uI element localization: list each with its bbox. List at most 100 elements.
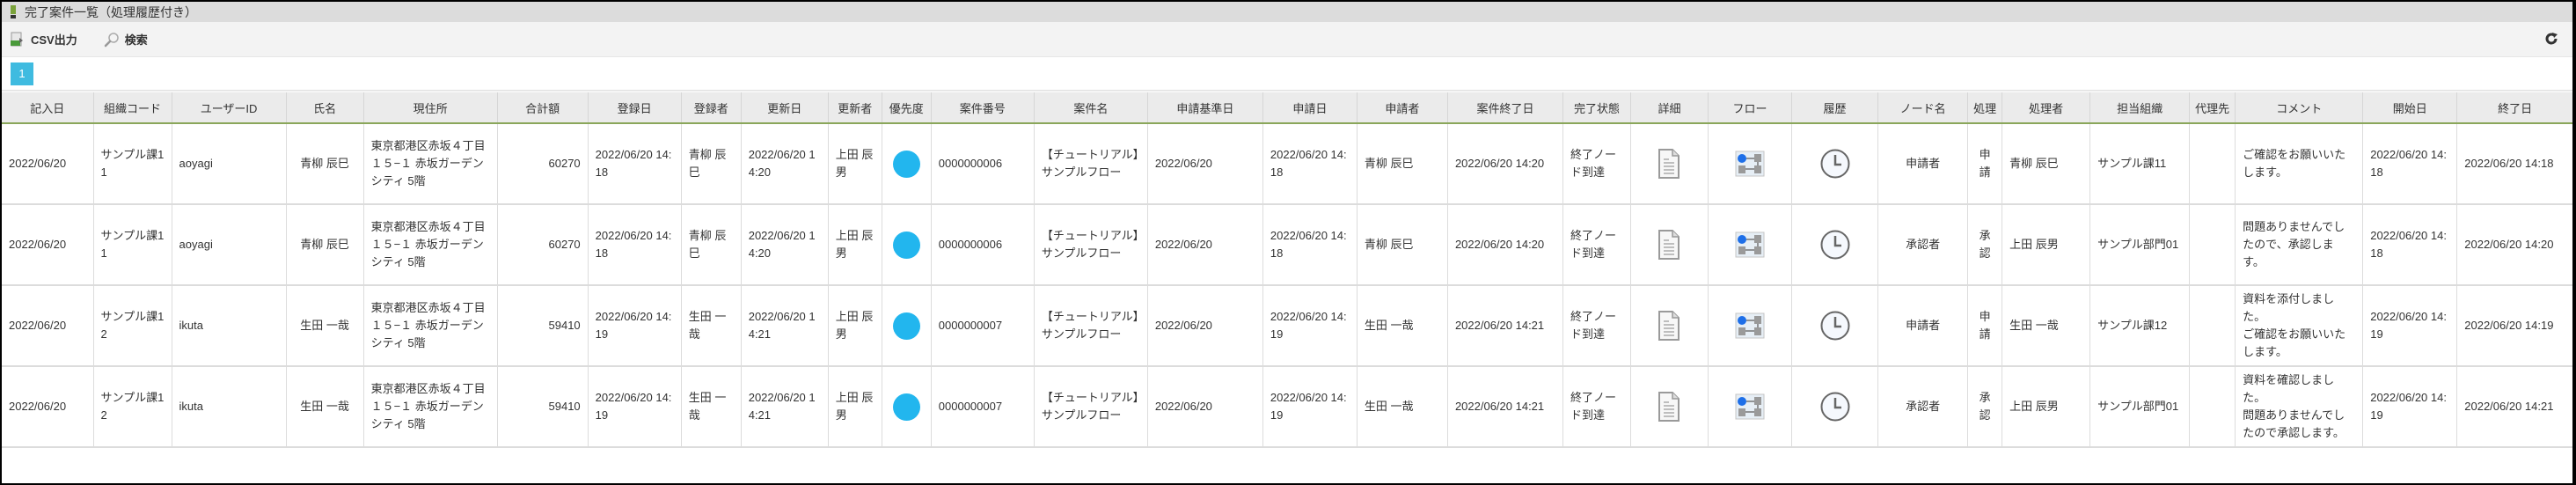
column-header[interactable]: 優先度: [881, 92, 932, 124]
column-header[interactable]: 更新日: [740, 92, 829, 124]
column-header[interactable]: 現住所: [362, 92, 498, 124]
column-header[interactable]: 登録者: [680, 92, 742, 124]
comment-cell: 資料を添付しました。 ご確認をお願いいたします。: [2235, 285, 2363, 367]
history-clock-icon[interactable]: [1819, 229, 1851, 261]
column-header[interactable]: ノード名: [1877, 92, 1968, 124]
apply-base-date-cell: 2022/06/20: [1146, 366, 1263, 448]
processor-cell: 上田 辰男: [2002, 366, 2090, 448]
detail-document-icon[interactable]: [1658, 392, 1680, 422]
column-header[interactable]: コメント: [2235, 92, 2363, 124]
column-header[interactable]: 氏名: [285, 92, 364, 124]
apply-date-cell: 2022/06/20 14:18: [1262, 123, 1358, 205]
registrant-cell: 青柳 辰巳: [680, 123, 742, 205]
action-cell: 承認: [1967, 366, 2002, 448]
entry-date-cell: 2022/06/20: [2, 204, 94, 286]
history-cell[interactable]: [1791, 285, 1878, 367]
updater-cell: 上田 辰男: [827, 366, 882, 448]
detail-cell[interactable]: [1629, 366, 1709, 448]
title-marker-icon: [11, 5, 16, 18]
column-header[interactable]: 処理者: [2002, 92, 2090, 124]
column-header[interactable]: 組織コード: [92, 92, 172, 124]
name-cell: 青柳 辰巳: [285, 204, 364, 286]
finish-date-cell: 2022/06/20 14:20: [2456, 204, 2572, 286]
csv-export-button[interactable]: CSV出力: [10, 31, 77, 48]
history-clock-icon[interactable]: [1819, 391, 1851, 423]
column-header[interactable]: 履歴: [1791, 92, 1878, 124]
apply-base-date-cell: 2022/06/20: [1146, 204, 1263, 286]
column-header[interactable]: 処理: [1967, 92, 2002, 124]
table-row[interactable]: 2022/06/20 サンプル課12 ikuta 生田 一哉 東京都港区赤坂４丁目１５−…: [2, 285, 2572, 367]
apply-date-cell: 2022/06/20 14:18: [1262, 204, 1358, 286]
table-row[interactable]: 2022/06/20 サンプル課12 ikuta 生田 一哉 東京都港区赤坂４丁目１５−…: [2, 366, 2572, 448]
detail-cell[interactable]: [1629, 285, 1709, 367]
start-date-cell: 2022/06/20 14:19: [2362, 366, 2457, 448]
detail-document-icon[interactable]: [1658, 149, 1680, 179]
column-header[interactable]: 合計額: [496, 92, 589, 124]
column-header[interactable]: 詳細: [1629, 92, 1709, 124]
flow-cell[interactable]: [1707, 366, 1792, 448]
column-header[interactable]: 終了日: [2456, 92, 2572, 124]
search-button[interactable]: 検索: [104, 31, 148, 48]
flow-diagram-icon[interactable]: [1735, 231, 1765, 258]
flow-diagram-icon[interactable]: [1735, 312, 1765, 339]
detail-document-icon[interactable]: [1658, 230, 1680, 260]
priority-indicator-icon: [892, 150, 920, 178]
applicant-cell: 青柳 辰巳: [1356, 204, 1448, 286]
column-header[interactable]: 案件名: [1033, 92, 1148, 124]
history-cell[interactable]: [1791, 366, 1878, 448]
completion-status-cell: 終了ノード到達: [1562, 204, 1631, 286]
finish-date-cell: 2022/06/20 14:21: [2456, 366, 2572, 448]
flow-diagram-icon[interactable]: [1735, 151, 1765, 177]
refresh-icon[interactable]: [2544, 32, 2558, 46]
user-id-cell: ikuta: [171, 285, 287, 367]
address-cell: 東京都港区赤坂４丁目１５−１ 赤坂ガーデンシティ 5階: [362, 204, 498, 286]
column-header[interactable]: フロー: [1707, 92, 1792, 124]
entry-date-cell: 2022/06/20: [2, 285, 94, 367]
detail-document-icon[interactable]: [1658, 311, 1680, 341]
priority-cell: [881, 123, 932, 205]
registered-date-cell: 2022/06/20 14:18: [587, 204, 682, 286]
column-header[interactable]: 記入日: [2, 92, 94, 124]
history-clock-icon[interactable]: [1819, 148, 1851, 180]
page-button-current[interactable]: 1: [11, 62, 33, 85]
column-header[interactable]: 完了状態: [1562, 92, 1631, 124]
column-header[interactable]: 案件終了日: [1446, 92, 1563, 124]
detail-cell[interactable]: [1629, 123, 1709, 205]
flow-cell[interactable]: [1707, 123, 1792, 205]
apply-date-cell: 2022/06/20 14:19: [1262, 285, 1358, 367]
applicant-cell: 生田 一哉: [1356, 285, 1448, 367]
name-cell: 生田 一哉: [285, 366, 364, 448]
column-header[interactable]: 担当組織: [2089, 92, 2190, 124]
updater-cell: 上田 辰男: [827, 285, 882, 367]
column-header[interactable]: 申請者: [1356, 92, 1448, 124]
flow-cell[interactable]: [1707, 285, 1792, 367]
history-cell[interactable]: [1791, 123, 1878, 205]
table-row[interactable]: 2022/06/20 サンプル課11 aoyagi 青柳 辰巳 東京都港区赤坂４丁目１５…: [2, 204, 2572, 286]
column-header[interactable]: ユーザーID: [171, 92, 287, 124]
column-header[interactable]: 申請日: [1262, 92, 1358, 124]
toolbar: CSV出力 検索: [2, 22, 2572, 57]
address-cell: 東京都港区赤坂４丁目１５−１ 赤坂ガーデンシティ 5階: [362, 366, 498, 448]
column-header[interactable]: 代理先: [2189, 92, 2236, 124]
detail-cell[interactable]: [1629, 204, 1709, 286]
column-header[interactable]: 更新者: [827, 92, 882, 124]
total-amount-cell: 60270: [496, 204, 589, 286]
history-cell[interactable]: [1791, 204, 1878, 286]
column-header[interactable]: 申請基準日: [1146, 92, 1263, 124]
table-row[interactable]: 2022/06/20 サンプル課11 aoyagi 青柳 辰巳 東京都港区赤坂４丁目１５…: [2, 123, 2572, 205]
name-cell: 青柳 辰巳: [285, 123, 364, 205]
flow-diagram-icon[interactable]: [1735, 393, 1765, 420]
column-header[interactable]: 案件番号: [930, 92, 1035, 124]
history-clock-icon[interactable]: [1819, 310, 1851, 342]
matter-end-date-cell: 2022/06/20 14:20: [1446, 123, 1563, 205]
address-cell: 東京都港区赤坂４丁目１５−１ 赤坂ガーデンシティ 5階: [362, 123, 498, 205]
applicant-cell: 青柳 辰巳: [1356, 123, 1448, 205]
node-name-cell: 申請者: [1877, 285, 1968, 367]
column-header[interactable]: 登録日: [587, 92, 682, 124]
apply-base-date-cell: 2022/06/20: [1146, 123, 1263, 205]
action-cell: 申請: [1967, 285, 2002, 367]
column-header[interactable]: 開始日: [2362, 92, 2457, 124]
org-code-cell: サンプル課11: [92, 204, 172, 286]
flow-cell[interactable]: [1707, 204, 1792, 286]
priority-cell: [881, 285, 932, 367]
